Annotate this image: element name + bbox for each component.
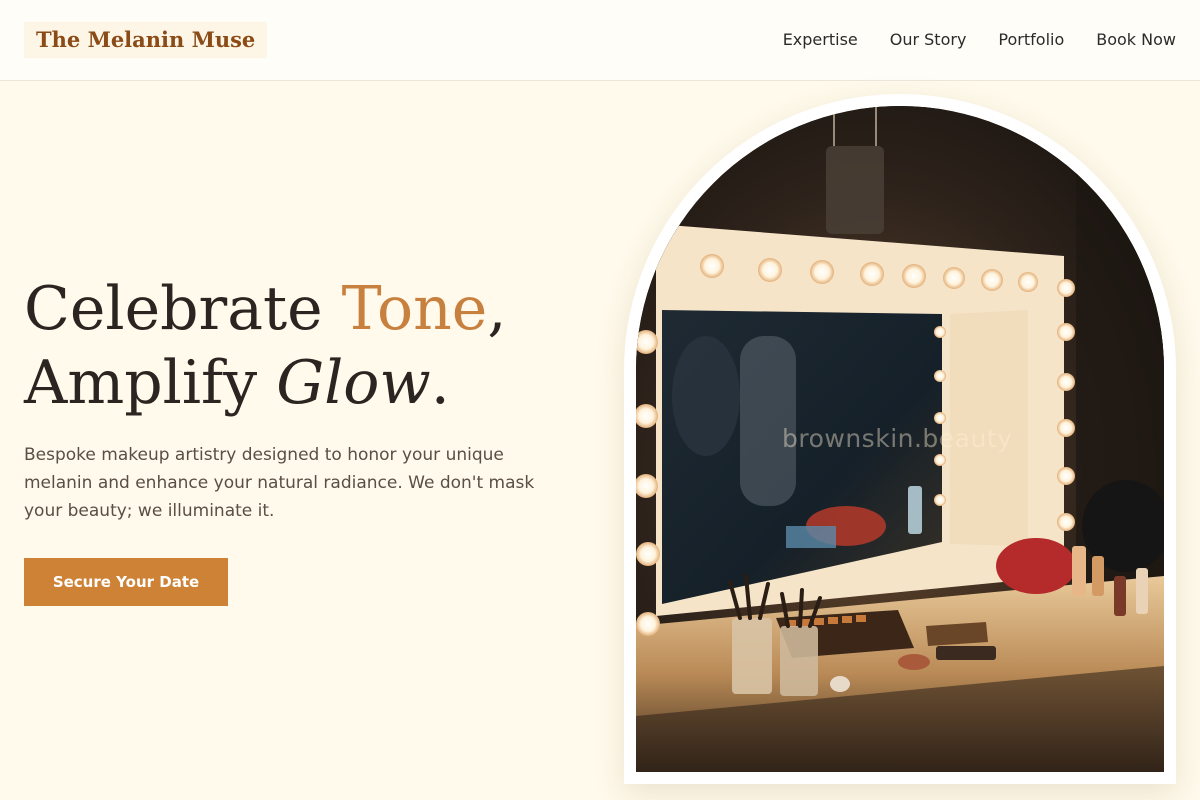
hero-title-period: . <box>430 348 450 418</box>
main-nav: Expertise Our Story Portfolio Book Now <box>783 28 1176 52</box>
vanity-mirror-photo: brownskin.beauty <box>636 106 1164 772</box>
secure-date-button[interactable]: Secure Your Date <box>24 558 228 606</box>
hero-title-italic: Glow <box>276 348 431 418</box>
site-header: The Melanin Muse Expertise Our Story Por… <box>0 0 1200 81</box>
nav-link-our-story[interactable]: Our Story <box>890 28 967 52</box>
hero-image-frame: brownskin.beauty <box>624 94 1176 784</box>
image-watermark: brownskin.beauty <box>782 424 1013 453</box>
hero-title-part2: Amplify <box>24 348 277 418</box>
nav-link-portfolio[interactable]: Portfolio <box>998 28 1064 52</box>
hero-title: Celebrate Tone, Amplify Glow. <box>24 272 506 420</box>
site-logo[interactable]: The Melanin Muse <box>24 22 268 58</box>
hero-title-comma: , <box>487 274 507 344</box>
nav-link-expertise[interactable]: Expertise <box>783 28 858 52</box>
hero-title-accent: Tone <box>341 274 488 344</box>
nav-link-book-now[interactable]: Book Now <box>1096 28 1176 52</box>
hero-description: Bespoke makeup artistry designed to hono… <box>24 445 535 521</box>
hero-title-part1: Celebrate <box>24 274 342 344</box>
